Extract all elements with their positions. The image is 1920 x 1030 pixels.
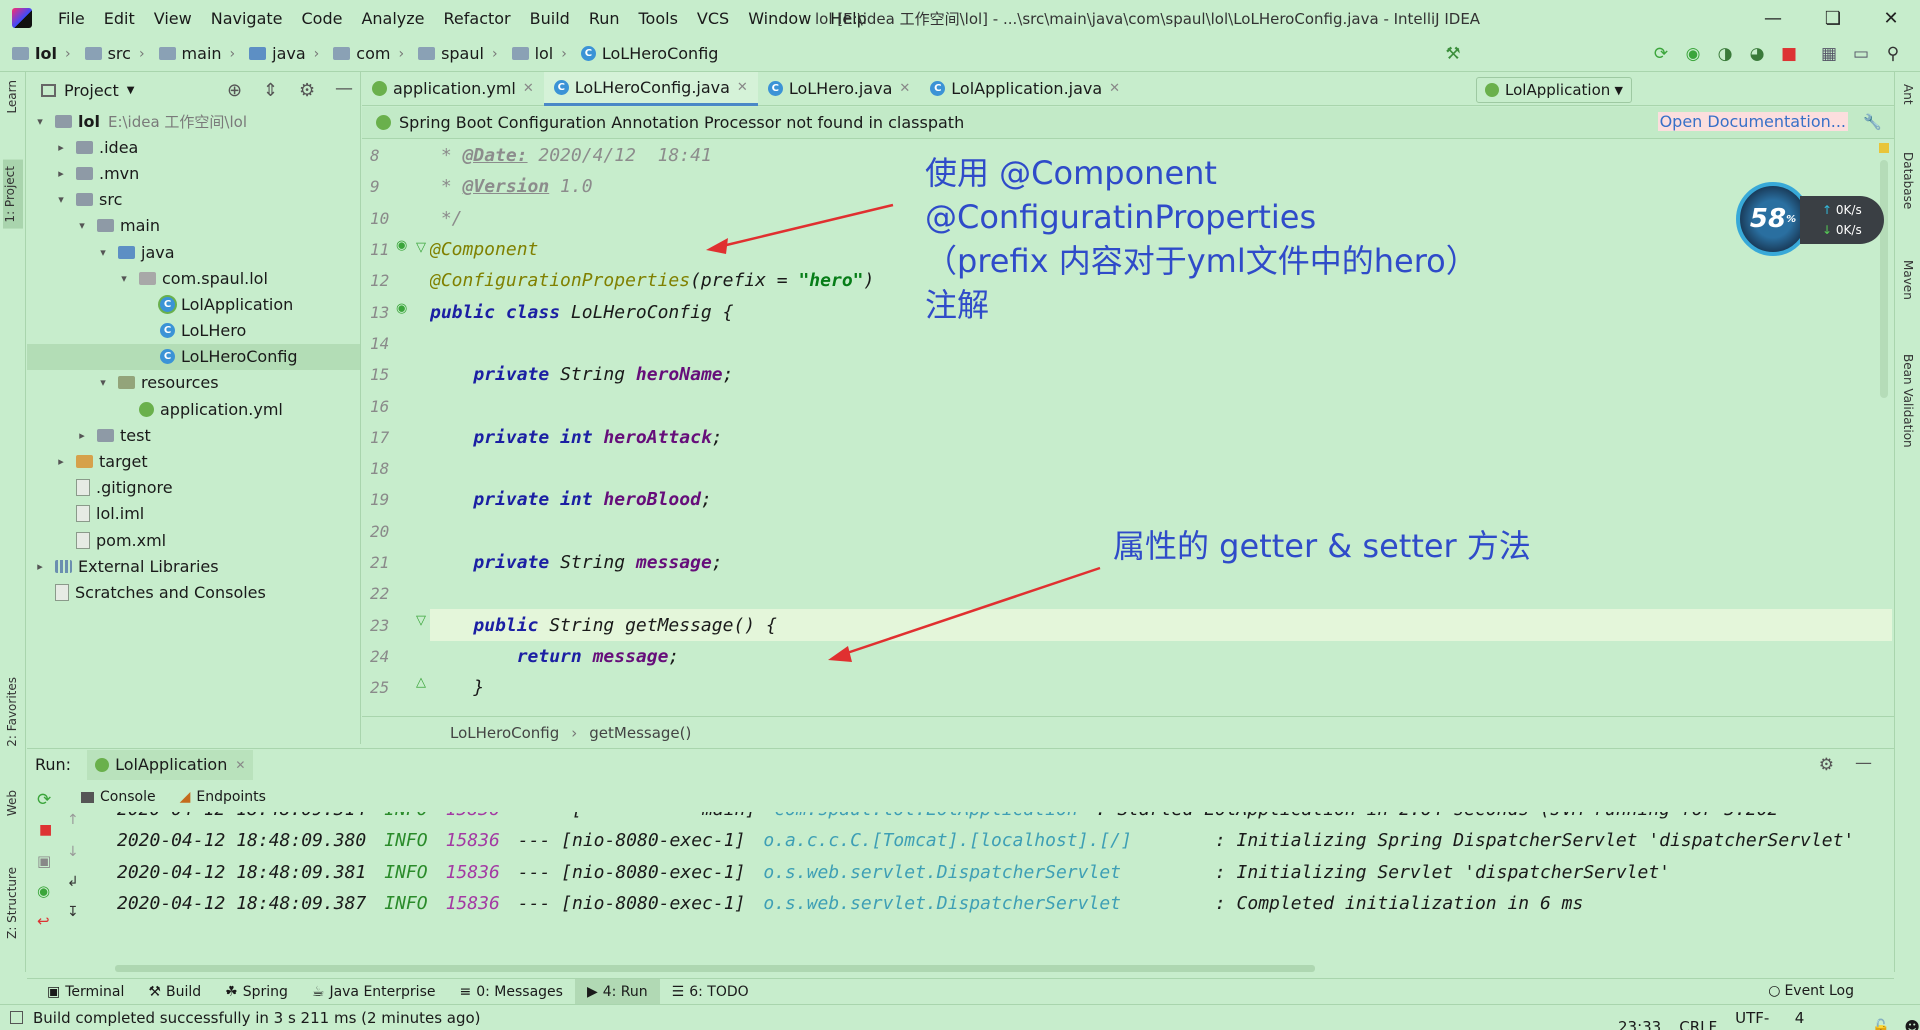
line-separator[interactable]: CRLF	[1679, 1018, 1717, 1030]
console-log-line[interactable]: 2020-04-12 18:48:09.387 INFO 15836 --- [nio…	[63, 888, 1893, 919]
upload-arrow-icon: ↑	[1822, 203, 1833, 217]
arrow-head	[706, 238, 728, 254]
tool-tab-6-todo[interactable]: ☰ 6: TODO	[660, 979, 761, 1005]
console-output[interactable]: 2020-04-12 18:48:09.314 INFO 15836 --- [ ma…	[63, 812, 1893, 962]
annotation-note-line4: 注解	[925, 286, 990, 324]
network-speed-widget[interactable]: 58% ↑ 0K/s ↓ 0K/s	[1736, 182, 1886, 256]
log-logger: o.a.c.c.C.[Tomcat].[localhost].[/]	[763, 830, 1197, 852]
right-tool-strip: Ant Database Maven Bean Validation	[1894, 72, 1920, 972]
arrow-to-getter	[837, 566, 1101, 658]
log-thread: --- [nio-8080-exec-1]	[517, 861, 746, 883]
spring-icon: ☘	[225, 983, 238, 1000]
log-msg: : Completed initialization in 6 ms	[1214, 893, 1584, 915]
tool-tab-java-enterprise[interactable]: ☕ Java Enterprise	[300, 979, 448, 1005]
log-msg: : Initializing Spring DispatcherServlet …	[1214, 830, 1855, 852]
log-thread: --- [ main]	[518, 812, 756, 820]
log-ts: 2020-04-12 18:48:09.380	[117, 830, 367, 852]
tool-tab-0-messages[interactable]: ≡ 0: Messages	[447, 979, 574, 1005]
log-ts: 2020-04-12 18:48:09.381	[117, 861, 367, 883]
spring-boot-icon	[95, 757, 110, 772]
run-config-tab[interactable]: LolApplication ✕	[87, 749, 254, 780]
log-thread: --- [nio-8080-exec-1]	[517, 893, 746, 915]
console-log-line[interactable]: 2020-04-12 18:48:09.314 INFO 15836 --- [ ma…	[63, 812, 1893, 825]
speed-readout: ↑ 0K/s ↓ 0K/s	[1800, 196, 1884, 244]
tool-tab-4-run[interactable]: ▶ 4: Run	[574, 978, 660, 1005]
arrow-head	[828, 646, 852, 662]
indent-setting[interactable]: 4 spaces	[1795, 1009, 1858, 1030]
endpoints-icon: ◢	[179, 789, 191, 805]
console-tab[interactable]: Console	[81, 789, 156, 805]
run-label: Run:	[35, 755, 72, 774]
event-log-tab[interactable]: ○ Event Log	[1768, 983, 1854, 999]
tool-tab-terminal[interactable]: ▣ Terminal	[35, 979, 136, 1005]
endpoints-tab[interactable]: ◢ Endpoints	[180, 789, 266, 805]
rerun-icon[interactable]: ⟳	[37, 790, 51, 810]
java-enterprise-icon: ☕	[311, 983, 325, 1000]
log-thread: --- [nio-8080-exec-1]	[517, 830, 746, 852]
getter-setter-note: 属性的 getter & setter 方法	[1113, 527, 1531, 565]
log-msg: : Started LolApplication in 2.64 seconds…	[1096, 812, 1779, 820]
log-level: INFO	[384, 861, 428, 883]
bottom-tool-tabs: ▣ Terminal ⚒ Build ☘ Spring ☕ Java Enterprise ≡ 0…	[27, 978, 1894, 1005]
annotation-note-line2: @ConfiguratinProperties	[925, 198, 1317, 236]
tool-tab-spring[interactable]: ☘ Spring	[213, 979, 300, 1005]
console-log-line[interactable]: 2020-04-12 18:48:09.381 INFO 15836 --- [nio…	[63, 857, 1893, 888]
console-log-line[interactable]: 2020-04-12 18:48:09.380 INFO 15836 --- [nio…	[63, 825, 1893, 856]
lock-icon[interactable]: 🔓	[1872, 1018, 1891, 1030]
hide-panel-icon[interactable]: —	[1855, 753, 1872, 773]
settings-gear-icon[interactable]: ⚙	[1819, 755, 1834, 775]
arrow-to-annotations	[713, 203, 894, 250]
stop-icon[interactable]: ■	[39, 822, 52, 838]
ant-tool-tab[interactable]: Ant	[1901, 84, 1915, 105]
log-ts: 2020-04-12 18:48:09.387	[117, 893, 367, 915]
log-level: INFO	[384, 893, 428, 915]
inspector-icon[interactable]: ☻	[1904, 1018, 1920, 1030]
log-msg: : Initializing Servlet 'dispatcherServle…	[1214, 861, 1671, 883]
4-run-icon: ▶	[586, 983, 598, 1000]
log-level: INFO	[384, 830, 428, 852]
terminal-icon: ▣	[47, 983, 61, 1000]
6-todo-icon: ☰	[671, 983, 685, 1000]
0-messages-icon: ≡	[459, 983, 472, 1000]
debug-icon[interactable]: ◉	[37, 882, 50, 900]
maven-tool-tab[interactable]: Maven	[1901, 260, 1915, 300]
camera-icon[interactable]: ▣	[37, 852, 51, 870]
console-icon	[81, 791, 94, 803]
log-pid: 15836	[446, 812, 500, 820]
log-logger: com.spaul.lol.LolApplication	[774, 812, 1077, 820]
log-pid: 15836	[445, 861, 500, 883]
caret-position[interactable]: 23:33	[1618, 1018, 1661, 1030]
build-icon: ⚒	[148, 983, 161, 1000]
annotation-note-line1: 使用 @Component	[925, 154, 1217, 192]
log-logger: o.s.web.servlet.DispatcherServlet	[763, 893, 1197, 915]
console-scrollbar[interactable]	[115, 965, 1315, 972]
log-logger: o.s.web.servlet.DispatcherServlet	[763, 861, 1197, 883]
run-subtabs: Console ◢ Endpoints	[27, 782, 1894, 812]
run-panel-header: Run: LolApplication ✕ ⚙ —	[27, 748, 1894, 780]
tool-tab-build[interactable]: ⚒ Build	[136, 979, 213, 1005]
file-encoding[interactable]: UTF-8	[1735, 1009, 1777, 1030]
log-pid: 15836	[445, 830, 500, 852]
download-arrow-icon: ↓	[1822, 223, 1833, 237]
annotation-note-line3: （prefix 内容对于yml文件中的hero）	[925, 242, 1478, 280]
run-toolbar: ⟳ ■ ▣ ◉ ↩ ↑ ↓ ↲ ↧	[27, 782, 79, 972]
event-log-icon: ○	[1768, 983, 1781, 999]
status-message[interactable]: Build completed successfully in 3 s 211 …	[33, 1009, 481, 1027]
database-tool-tab[interactable]: Database	[1901, 152, 1915, 209]
close-tab-icon[interactable]: ✕	[235, 758, 245, 772]
status-toggle-icon[interactable]	[10, 1011, 23, 1024]
log-pid: 15836	[445, 893, 500, 915]
log-ts: 2020-04-12 18:48:09.314	[117, 812, 366, 820]
bean-validation-tool-tab[interactable]: Bean Validation	[1901, 354, 1915, 448]
status-bar: Build completed successfully in 3 s 211 …	[0, 1004, 1920, 1030]
speed-gauge-icon: 58%	[1736, 182, 1810, 256]
log-level: INFO	[384, 812, 427, 820]
exit-icon[interactable]: ↩	[37, 912, 50, 930]
